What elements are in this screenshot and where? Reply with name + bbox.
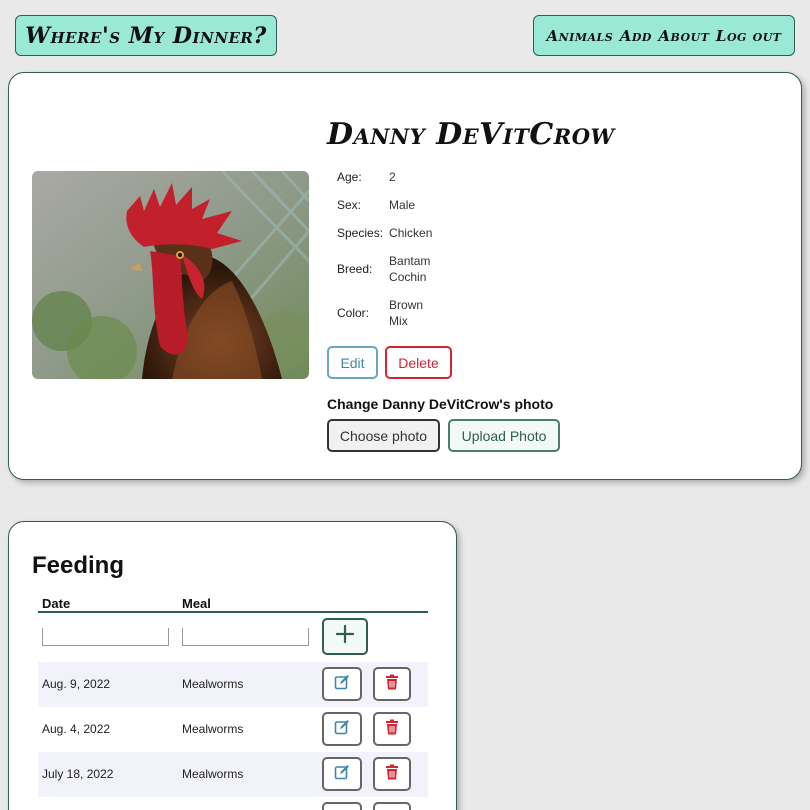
edit-feeding-button[interactable]: [322, 667, 362, 701]
edit-icon: [334, 764, 350, 785]
choose-photo-button[interactable]: Choose photo: [327, 419, 440, 452]
info-value: Bantam Cochin: [389, 254, 431, 284]
feeding-meal: Mealworms: [182, 767, 244, 781]
nav-about[interactable]: About: [658, 27, 709, 45]
app-brand[interactable]: Where's My Dinner?: [15, 15, 277, 56]
feeding-date: Aug. 4, 2022: [42, 722, 111, 736]
info-row-species: Species: Chicken: [334, 219, 436, 247]
table-row-partial: [38, 797, 428, 810]
nav-add[interactable]: Add: [620, 27, 652, 45]
upload-photo-button[interactable]: Upload Photo: [448, 419, 560, 452]
edit-feeding-button[interactable]: [322, 802, 362, 810]
info-label: Sex:: [337, 198, 362, 212]
feeding-date: Aug. 9, 2022: [42, 677, 111, 691]
column-header-meal: Meal: [182, 596, 211, 611]
new-feeding-meal-input[interactable]: [182, 628, 309, 646]
trash-icon: [385, 719, 399, 740]
edit-feeding-button[interactable]: [322, 757, 362, 791]
brand-title: Where's My Dinner?: [25, 22, 267, 49]
add-feeding-button[interactable]: [322, 618, 368, 655]
feeding-meal: Mealworms: [182, 722, 244, 736]
nav-logout[interactable]: Log out: [716, 27, 782, 45]
edit-icon: [334, 674, 350, 695]
edit-button[interactable]: Edit: [327, 346, 378, 379]
trash-icon: [385, 674, 399, 695]
table-row: Aug. 9, 2022 Mealworms: [38, 662, 428, 707]
animal-detail-card: Danny DeVitCrow Age: 2 Sex: Male Species…: [8, 72, 802, 480]
edit-feeding-button[interactable]: [322, 712, 362, 746]
feeding-title: Feeding: [32, 552, 125, 579]
new-feeding-date-input[interactable]: [42, 628, 169, 646]
top-nav: Animals Add About Log out: [533, 15, 795, 56]
plus-icon: [335, 624, 355, 649]
animal-photo: [32, 171, 309, 379]
table-header-divider: [38, 611, 428, 613]
delete-feeding-button[interactable]: [373, 757, 411, 791]
edit-icon: [334, 719, 350, 740]
delete-feeding-button[interactable]: [373, 712, 411, 746]
animal-name: Danny DeVitCrow: [327, 117, 615, 152]
info-row-age: Age: 2: [334, 163, 436, 191]
animal-info-table: Age: 2 Sex: Male Species: Chicken Breed:…: [334, 163, 436, 335]
feeding-card: Feeding Date Meal Aug. 9, 2022 Mealworms…: [8, 521, 457, 810]
column-header-date: Date: [42, 596, 71, 611]
feeding-meal: Mealworms: [182, 677, 244, 691]
info-label: Age:: [337, 170, 362, 184]
info-row-color: Color: Brown Mix: [334, 291, 436, 335]
info-value: Male: [389, 198, 416, 212]
info-row-breed: Breed: Bantam Cochin: [334, 247, 436, 291]
change-photo-label: Change Danny DeVitCrow's photo: [327, 396, 554, 412]
table-row: July 18, 2022 Mealworms: [38, 752, 428, 797]
trash-icon: [385, 764, 399, 785]
delete-feeding-button[interactable]: [373, 667, 411, 701]
feeding-date: July 18, 2022: [42, 767, 114, 781]
table-row: Aug. 4, 2022 Mealworms: [38, 707, 428, 752]
info-value: Brown Mix: [389, 298, 424, 328]
info-value: Chicken: [389, 226, 433, 240]
info-label: Species:: [337, 226, 384, 240]
info-row-sex: Sex: Male: [334, 191, 436, 219]
nav-animals[interactable]: Animals: [546, 27, 613, 45]
delete-feeding-button[interactable]: [373, 802, 411, 810]
info-label: Color:: [337, 306, 370, 320]
info-value: 2: [389, 170, 396, 184]
delete-button[interactable]: Delete: [385, 346, 452, 379]
info-label: Breed:: [337, 262, 373, 276]
